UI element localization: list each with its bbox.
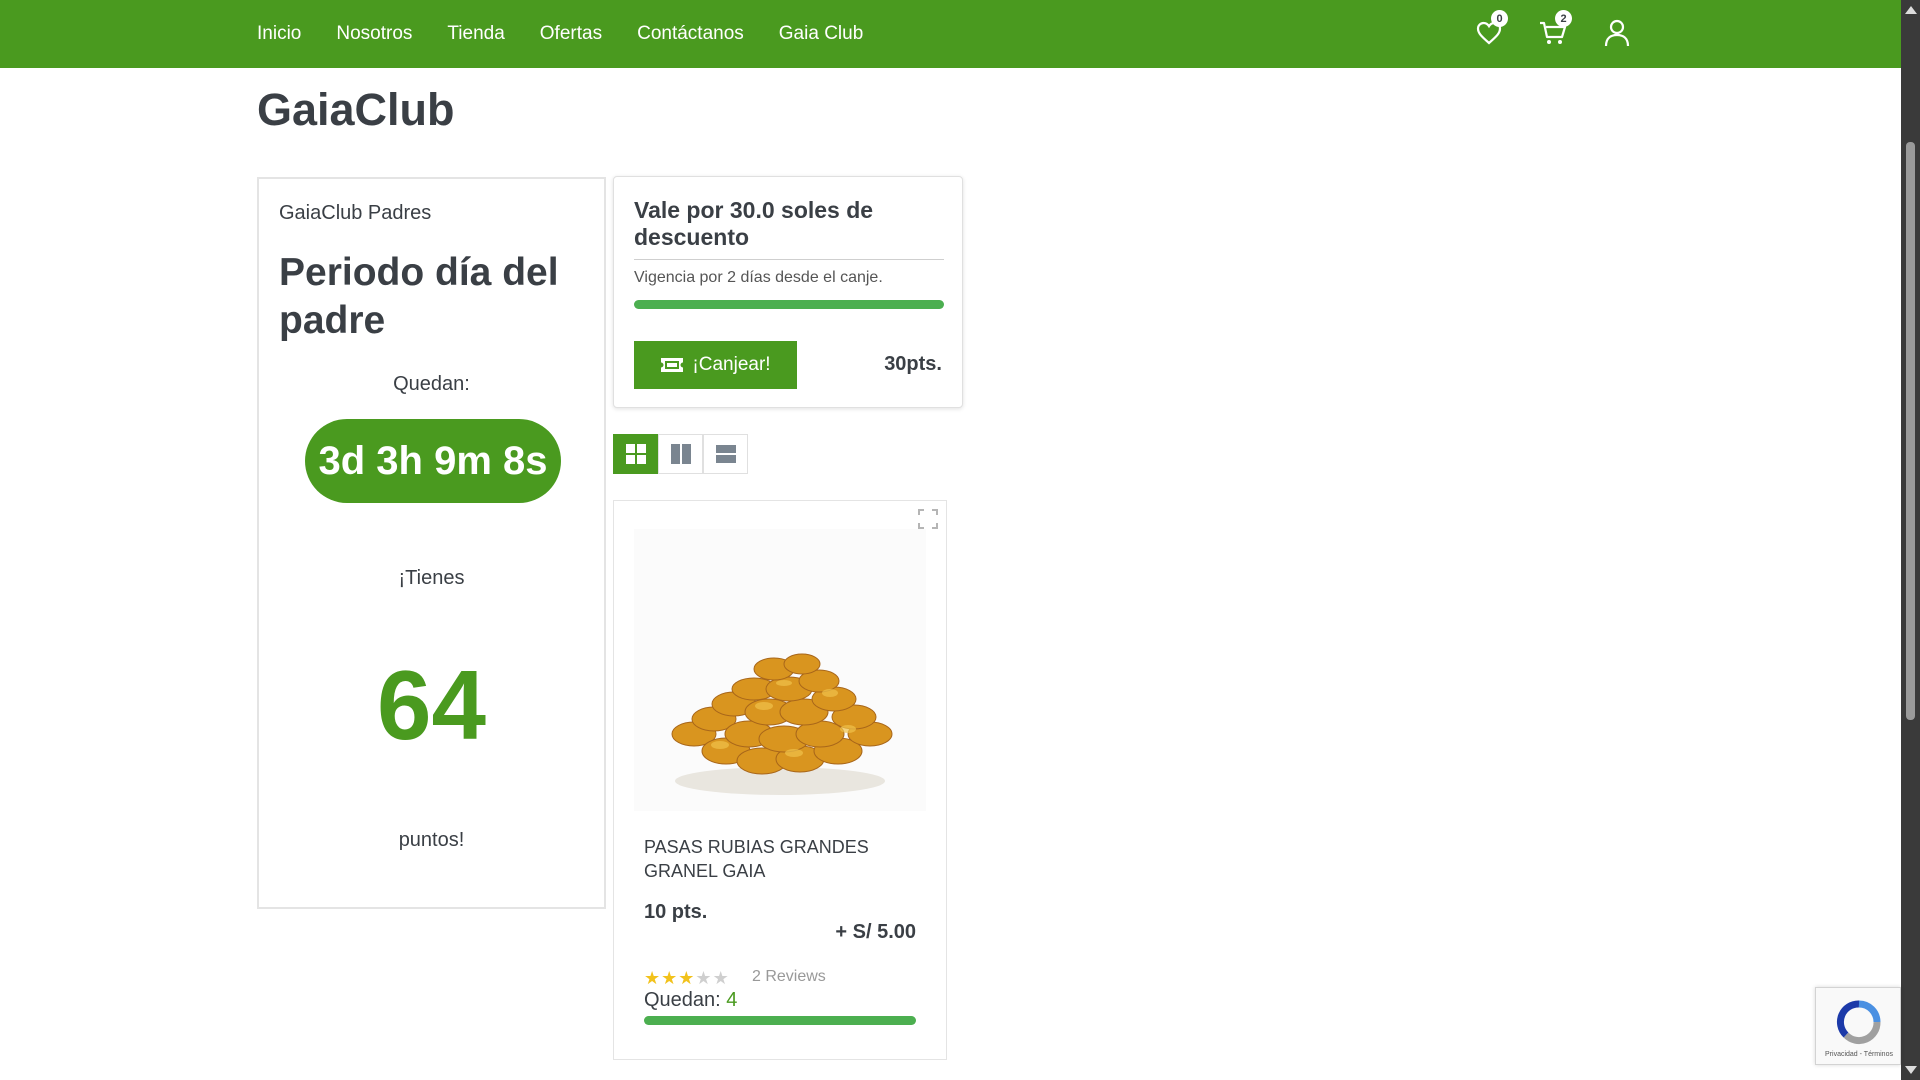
product-name[interactable]: PASAS RUBIAS GRANDES GRANEL GAIA	[644, 835, 914, 883]
club-name: GaiaClub Padres	[279, 202, 432, 224]
expand-icon[interactable]	[918, 509, 938, 529]
user-icon	[1604, 19, 1630, 47]
review-count[interactable]: 2 Reviews	[752, 968, 826, 986]
page-title: GaiaClub	[257, 84, 455, 135]
star-empty-icon: ★	[695, 968, 712, 988]
nav-inicio[interactable]: Inicio	[257, 23, 301, 45]
club-period-card: GaiaClub Padres Periodo día del padre Qu…	[257, 177, 606, 909]
page-scrollbar[interactable]	[1901, 0, 1920, 1080]
stock-label: Quedan:	[644, 989, 721, 1011]
redeem-label: ¡Canjear!	[692, 354, 771, 375]
nav-nosotros[interactable]: Nosotros	[336, 23, 412, 45]
grid-view-button[interactable]	[613, 434, 658, 474]
star-filled-icon: ★	[644, 968, 661, 988]
product-card[interactable]: PASAS RUBIAS GRANDES GRANEL GAIA 10 pts.…	[613, 500, 947, 1060]
recaptcha-icon	[1836, 1000, 1881, 1045]
nav-ofertas[interactable]: Ofertas	[540, 23, 602, 45]
list-view-button[interactable]	[703, 434, 748, 474]
product-rating: ★ ★ ★ ★ ★	[644, 968, 729, 988]
points-balance: 64	[376, 650, 486, 760]
stock-count: 4	[726, 989, 738, 1011]
nav-contactanos[interactable]: Contáctanos	[637, 23, 744, 45]
scroll-thumb[interactable]	[1906, 142, 1915, 720]
nav-gaia-club[interactable]: Gaia Club	[779, 23, 864, 45]
star-filled-icon: ★	[661, 968, 678, 988]
voucher-validity: Vigencia por 2 días desde el canje.	[634, 269, 883, 286]
points-label: puntos!	[398, 829, 465, 851]
product-points: 10 pts.	[644, 901, 708, 923]
voucher-cost: 30pts.	[884, 353, 942, 375]
list-view-icon	[715, 445, 736, 463]
columns-view-icon	[670, 444, 691, 464]
star-empty-icon: ★	[712, 968, 729, 988]
product-image[interactable]	[634, 529, 926, 811]
scroll-up-arrow-icon[interactable]	[1905, 6, 1917, 14]
header-actions: 0 2	[1470, 10, 1636, 52]
countdown-timer: 3d 3h 9m 8s	[305, 419, 561, 503]
remaining-label: Quedan:	[393, 373, 470, 395]
wishlist-button[interactable]: 0	[1470, 10, 1508, 52]
period-title: Periodo día del padre	[279, 251, 559, 342]
product-price: + S/ 5.00	[835, 921, 916, 943]
redeem-button[interactable]: ¡Canjear!	[634, 341, 797, 389]
top-navbar: Inicio Nosotros Tienda Ofertas Contáctan…	[0, 0, 1901, 68]
scroll-down-arrow-icon[interactable]	[1905, 1066, 1917, 1074]
main-nav: Inicio Nosotros Tienda Ofertas Contáctan…	[257, 0, 898, 68]
voucher-card: Vale por 30.0 soles de descuento Vigenci…	[613, 176, 963, 408]
stock-info: Quedan: 4	[644, 989, 737, 1012]
ticket-icon	[661, 358, 684, 372]
have-label: ¡Tienes	[398, 567, 465, 589]
cart-count-badge: 2	[1555, 10, 1572, 27]
voucher-title: Vale por 30.0 soles de descuento	[634, 197, 944, 260]
recaptcha-badge[interactable]: Privacidad - Términos	[1815, 987, 1901, 1065]
nav-tienda[interactable]: Tienda	[447, 23, 504, 45]
stock-progress-bar	[644, 1016, 916, 1025]
account-button[interactable]	[1598, 14, 1636, 52]
voucher-progress-bar	[634, 300, 944, 309]
recaptcha-text: Privacidad - Términos	[1825, 1051, 1893, 1058]
cart-button[interactable]: 2	[1534, 10, 1572, 52]
grid-view-icon	[625, 444, 646, 464]
wishlist-count-badge: 0	[1491, 10, 1508, 27]
star-filled-icon: ★	[678, 968, 695, 988]
two-column-view-button[interactable]	[658, 434, 703, 474]
view-mode-toggle	[613, 434, 748, 474]
